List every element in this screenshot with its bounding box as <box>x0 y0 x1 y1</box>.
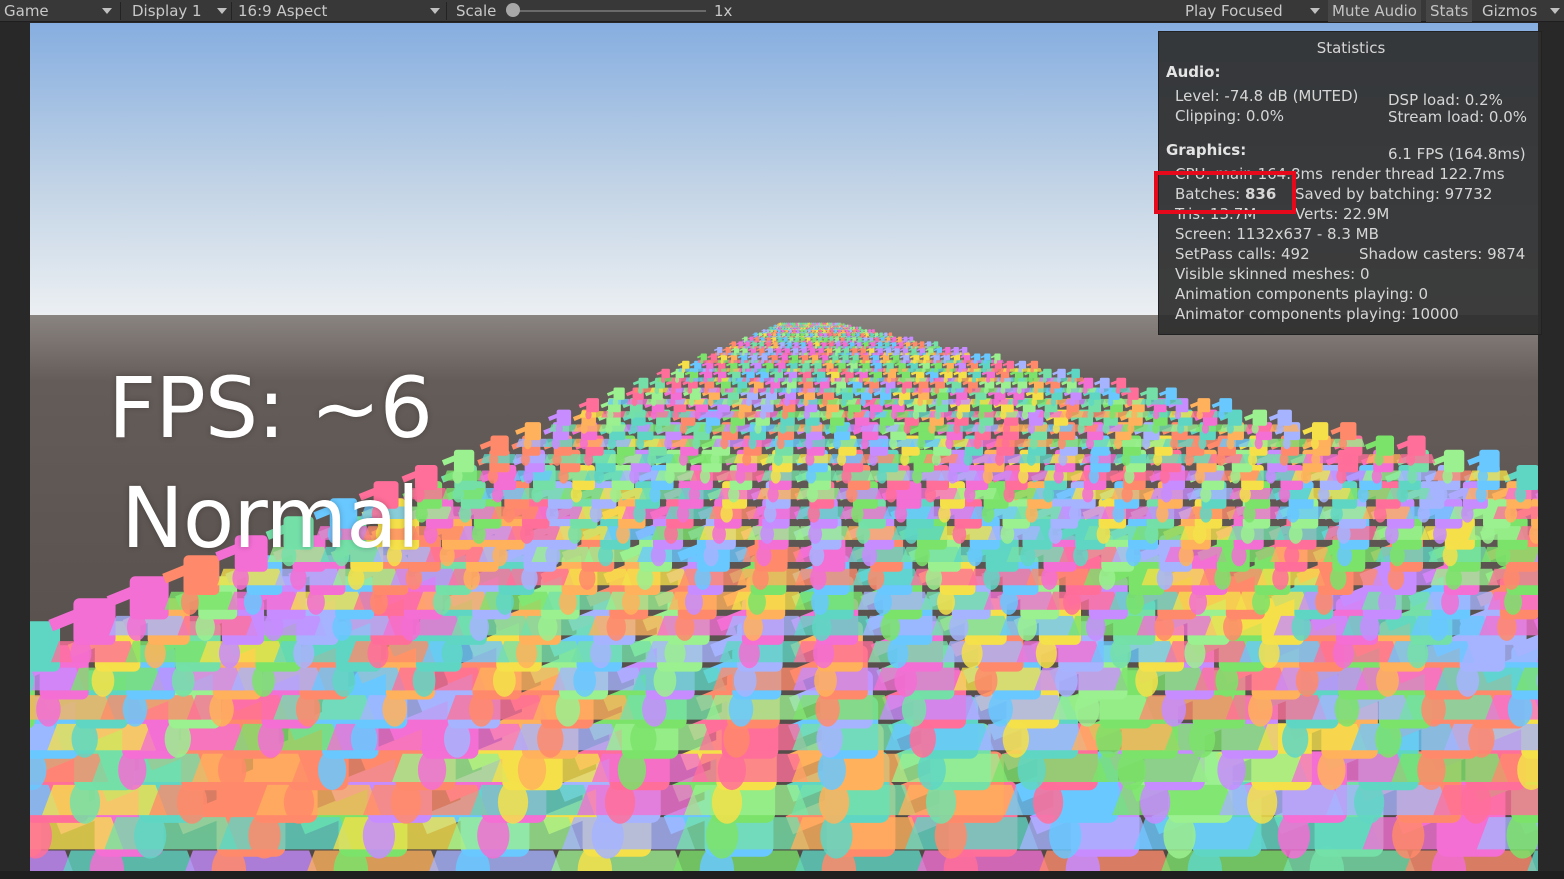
gizmos-caret-icon[interactable] <box>1550 8 1560 14</box>
aspect-caret-icon[interactable] <box>430 8 440 14</box>
graphics-header: Graphics: <box>1166 141 1247 159</box>
dsp-load: DSP load: 0.2% <box>1388 91 1503 109</box>
scale-value: 1x <box>714 2 733 20</box>
scale-slider-knob[interactable] <box>506 3 520 17</box>
display-caret-icon[interactable] <box>217 8 227 14</box>
audio-header: Audio: <box>1166 63 1221 81</box>
animation-components: Animation components playing: 0 <box>1175 285 1429 303</box>
scale-label: Scale <box>456 2 497 20</box>
bottom-edge <box>0 871 1564 879</box>
view-mode-dropdown[interactable]: Game <box>4 0 49 22</box>
stream-load: Stream load: 0.0% <box>1388 108 1528 126</box>
visible-skinned-meshes: Visible skinned meshes: 0 <box>1175 265 1370 283</box>
saved-by-batching: Saved by batching: 97732 <box>1295 185 1493 203</box>
statistics-title: Statistics <box>1316 39 1386 57</box>
game-view-toolbar: Game Display 1 16:9 Aspect Scale 1x Play… <box>0 0 1564 22</box>
stats-button[interactable]: Stats <box>1426 0 1473 22</box>
audio-level: Level: -74.8 dB (MUTED) <box>1175 87 1359 105</box>
render-mode-text: Normal <box>121 469 420 567</box>
fps-stat: 6.1 FPS (164.8ms) <box>1388 145 1526 163</box>
setpass-calls: SetPass calls: 492 <box>1175 245 1310 263</box>
verts-stat: Verts: 22.9M <box>1295 205 1390 223</box>
batches-highlight-box <box>1154 171 1296 214</box>
mute-audio-button[interactable]: Mute Audio <box>1328 0 1421 22</box>
screen-stat: Screen: 1132x637 - 8.3 MB <box>1175 225 1379 243</box>
aspect-dropdown[interactable]: 16:9 Aspect <box>238 0 327 22</box>
fps-value-text: FPS: ~6 <box>107 359 433 457</box>
shadow-casters: Shadow casters: 9874 <box>1359 245 1526 263</box>
scale-slider-track[interactable] <box>512 10 706 12</box>
gizmos-dropdown[interactable]: Gizmos <box>1482 0 1537 22</box>
display-dropdown[interactable]: Display 1 <box>132 0 202 22</box>
render-thread: render thread 122.7ms <box>1331 165 1505 183</box>
animator-components: Animator components playing: 10000 <box>1175 305 1459 323</box>
view-mode-caret-icon[interactable] <box>102 8 112 14</box>
toolbar-divider <box>120 2 121 20</box>
play-mode-caret-icon[interactable] <box>1310 8 1320 14</box>
toolbar-divider <box>231 2 232 20</box>
fps-overlay-label: FPS: ~6 Normal <box>90 353 450 573</box>
toolbar-divider <box>446 2 447 20</box>
audio-clipping: Clipping: 0.0% <box>1175 107 1284 125</box>
play-mode-dropdown[interactable]: Play Focused <box>1185 0 1283 22</box>
